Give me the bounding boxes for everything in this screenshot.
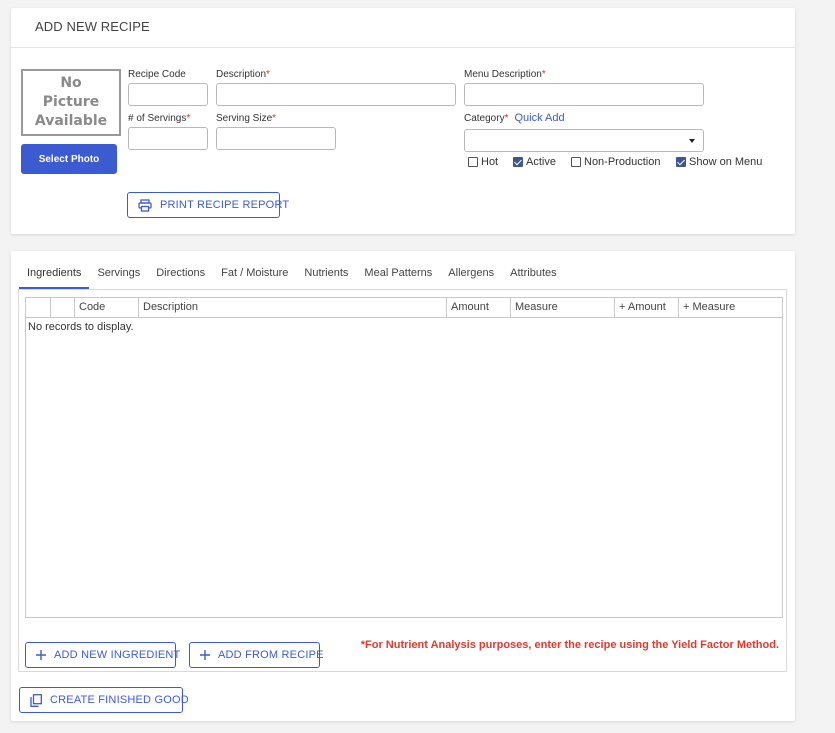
- tab-fat-moisture[interactable]: Fat / Moisture: [213, 263, 296, 289]
- recipe-code-input[interactable]: [128, 83, 208, 106]
- non-production-checkbox[interactable]: Non-Production: [571, 156, 660, 168]
- quick-add-link[interactable]: Quick Add: [514, 112, 564, 124]
- description-input[interactable]: [216, 83, 456, 106]
- checkbox-box-checked[interactable]: [676, 157, 686, 167]
- checkbox-box[interactable]: [468, 157, 478, 167]
- serving-size-label: Serving Size*: [216, 113, 277, 124]
- tab-allergens[interactable]: Allergens: [440, 263, 502, 289]
- checkbox-box-checked[interactable]: [513, 157, 523, 167]
- grid-col-amount[interactable]: Amount: [447, 298, 511, 317]
- grid-header: Code Description Amount Measure + Amount…: [26, 298, 782, 318]
- add-new-ingredient-button[interactable]: ADD NEW INGREDIENT: [25, 642, 180, 668]
- grid-col-measure[interactable]: Measure: [511, 298, 615, 317]
- yield-factor-note: *For Nutrient Analysis purposes, enter t…: [360, 639, 779, 651]
- ingredients-grid: Code Description Amount Measure + Amount…: [25, 297, 783, 618]
- checkbox-box[interactable]: [571, 157, 581, 167]
- tab-bar: Ingredients Servings Directions Fat / Mo…: [19, 263, 565, 290]
- recipe-code-label: Recipe Code: [128, 69, 186, 80]
- no-picture-placeholder: No Picture Available: [21, 69, 121, 136]
- ingredients-panel: Code Description Amount Measure + Amount…: [18, 289, 787, 672]
- tab-directions[interactable]: Directions: [148, 263, 213, 289]
- grid-col-select[interactable]: [51, 298, 75, 317]
- hot-checkbox[interactable]: Hot: [468, 156, 498, 168]
- recipe-tabs-card: Ingredients Servings Directions Fat / Mo…: [11, 251, 795, 721]
- tab-nutrients[interactable]: Nutrients: [296, 263, 356, 289]
- category-label: Category* Quick Add: [464, 112, 565, 124]
- card-header: ADD NEW RECIPE: [11, 8, 795, 48]
- show-on-menu-checkbox[interactable]: Show on Menu: [676, 156, 762, 168]
- grid-col-expand[interactable]: [26, 298, 51, 317]
- create-finished-good-button[interactable]: CREATE FINISHED GOOD: [19, 687, 189, 713]
- active-checkbox[interactable]: Active: [513, 156, 556, 168]
- servings-input[interactable]: [128, 127, 208, 150]
- tab-ingredients[interactable]: Ingredients: [19, 263, 90, 289]
- add-from-recipe-button[interactable]: ADD FROM RECIPE: [189, 642, 323, 668]
- category-select[interactable]: [464, 129, 704, 152]
- grid-col-plus-measure[interactable]: + Measure: [679, 298, 782, 317]
- grid-col-description[interactable]: Description: [139, 298, 447, 317]
- copy-icon: [30, 693, 42, 707]
- select-photo-button[interactable]: Select Photo: [21, 144, 117, 174]
- tab-meal-patterns[interactable]: Meal Patterns: [356, 263, 440, 289]
- menu-description-input[interactable]: [464, 83, 704, 106]
- plus-icon: [36, 650, 46, 660]
- empty-records-message: No records to display.: [28, 321, 134, 333]
- grid-col-plus-amount[interactable]: + Amount: [615, 298, 679, 317]
- chevron-down-icon: [689, 139, 695, 143]
- page-title: ADD NEW RECIPE: [35, 19, 150, 34]
- print-recipe-report-button[interactable]: PRINT RECIPE REPORT: [127, 192, 289, 218]
- menu-description-label: Menu Description*: [464, 69, 546, 80]
- description-label: Description*: [216, 69, 270, 80]
- recipe-details-card: ADD NEW RECIPE No Picture Available Sele…: [11, 8, 795, 234]
- printer-icon: [138, 198, 152, 212]
- tab-servings[interactable]: Servings: [89, 263, 148, 289]
- tab-attributes[interactable]: Attributes: [502, 263, 564, 289]
- serving-size-input[interactable]: [216, 127, 336, 150]
- servings-label: # of Servings*: [128, 113, 191, 124]
- grid-col-code[interactable]: Code: [75, 298, 139, 317]
- plus-icon: [200, 650, 210, 660]
